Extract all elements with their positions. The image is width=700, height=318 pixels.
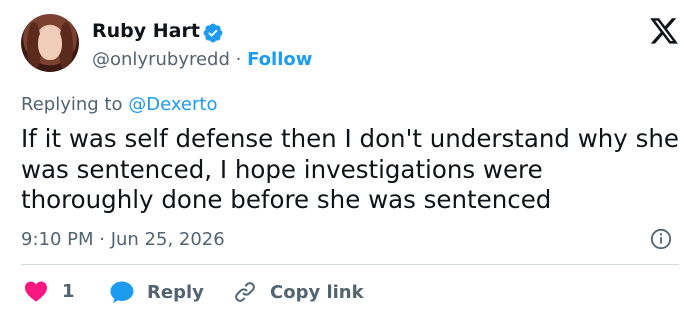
- reply-context: Replying to @Dexerto: [21, 94, 217, 115]
- link-icon: [235, 282, 255, 302]
- reply-mention-link[interactable]: @Dexerto: [128, 94, 217, 115]
- copy-link-button[interactable]: Copy link: [232, 280, 364, 304]
- tweet-timestamp[interactable]: 9:10 PM · Jun 25, 2026: [21, 229, 225, 250]
- copy-link-label: Copy link: [270, 281, 364, 303]
- heart-icon: [25, 281, 47, 302]
- x-logo-icon[interactable]: [650, 18, 679, 45]
- follow-button[interactable]: Follow: [247, 49, 312, 70]
- author-name[interactable]: Ruby Hart: [92, 20, 200, 42]
- separator-dot: ·: [235, 49, 242, 70]
- divider: [21, 264, 679, 265]
- info-icon[interactable]: [650, 228, 672, 250]
- author-handle[interactable]: @onlyrubyredd: [92, 49, 230, 70]
- replying-prefix: Replying to: [21, 94, 123, 115]
- verified-badge-icon: [203, 23, 223, 43]
- tweet-text: If it was self defense then I don't unde…: [21, 124, 679, 214]
- avatar[interactable]: [21, 14, 79, 72]
- like-button[interactable]: 1: [24, 280, 75, 302]
- like-count: 1: [62, 280, 75, 302]
- handle-row: @onlyrubyredd · Follow: [92, 49, 312, 70]
- reply-label: Reply: [147, 281, 204, 303]
- reply-button[interactable]: Reply: [109, 280, 204, 304]
- reply-bubble-icon: [110, 281, 134, 303]
